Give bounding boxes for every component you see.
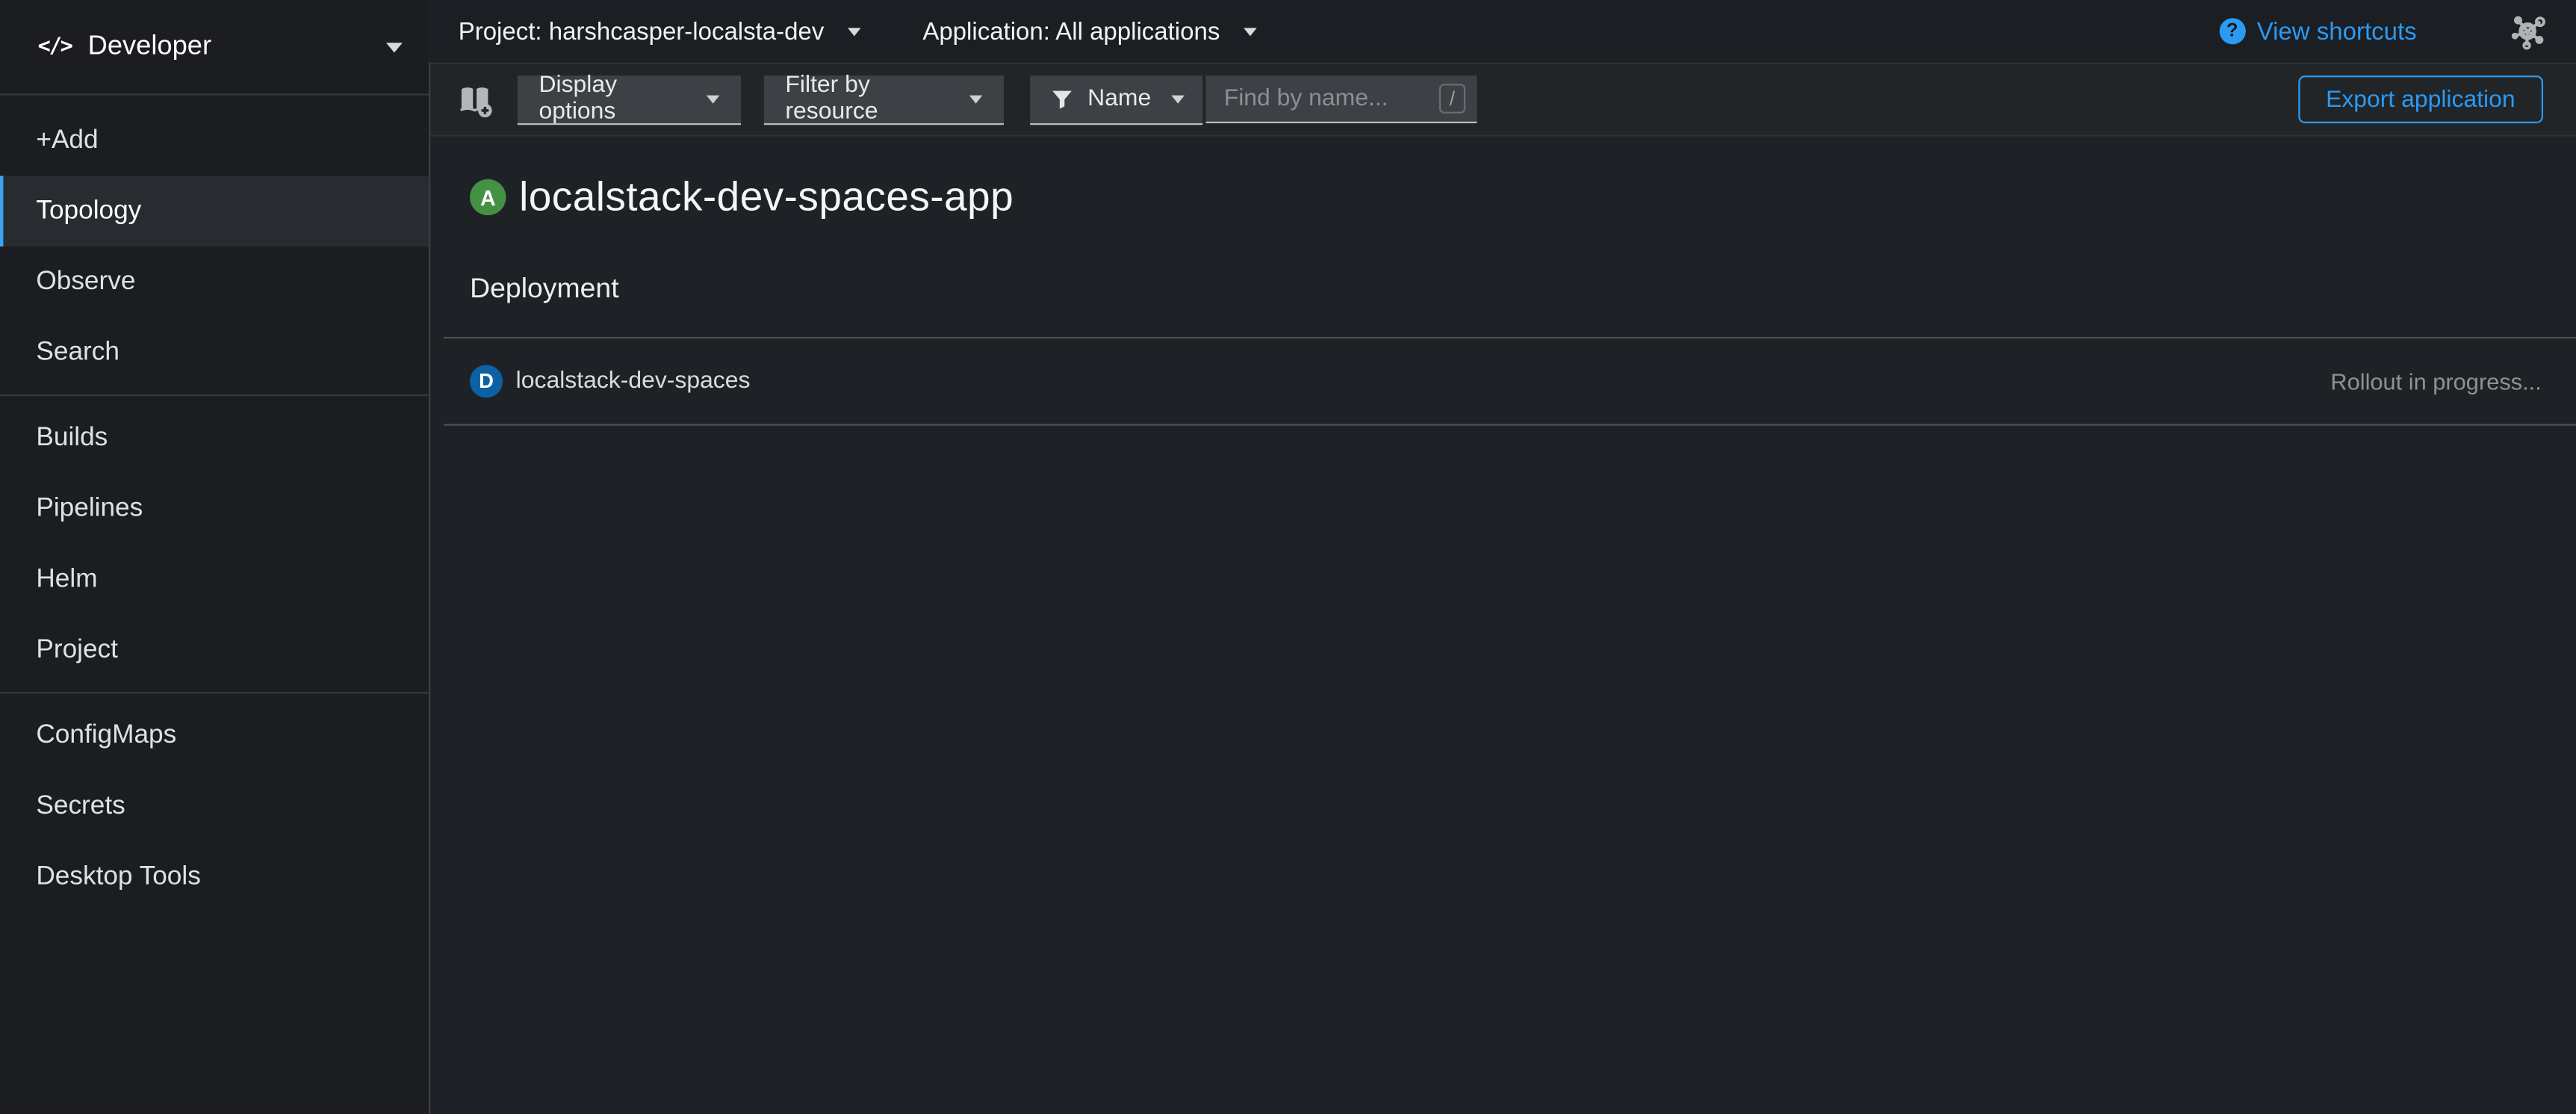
divider xyxy=(444,424,2576,426)
chevron-down-icon xyxy=(847,27,860,35)
sidebar-border xyxy=(429,63,430,1114)
deployment-badge: D xyxy=(470,365,503,397)
application-group-heading: A localstack-dev-spaces-app xyxy=(470,173,2576,222)
perspective-switcher[interactable]: </> Developer xyxy=(0,0,429,96)
chevron-down-icon xyxy=(1171,94,1185,102)
sidebar-item-helm[interactable]: Helm xyxy=(0,544,429,615)
sidebar-item-observe[interactable]: Observe xyxy=(0,247,429,318)
slash-shortcut-badge: / xyxy=(1439,84,1465,114)
project-selector[interactable]: Project: harshcasper-localsta-dev xyxy=(459,17,860,45)
chevron-down-icon xyxy=(1243,27,1256,35)
help-icon: ? xyxy=(2219,18,2245,44)
sidebar-nav: +Add Topology Observe Search Builds Pipe… xyxy=(0,96,429,912)
project-selector-label: Project: harshcasper-localsta-dev xyxy=(459,17,825,45)
context-bar: Project: harshcasper-localsta-dev Applic… xyxy=(430,0,2576,64)
sidebar-item-topology[interactable]: Topology xyxy=(0,176,429,247)
sidebar-item-add[interactable]: +Add xyxy=(0,105,429,176)
filter-by-resource-dropdown[interactable]: Filter by resource xyxy=(764,75,1004,124)
filter-by-resource-label: Filter by resource xyxy=(785,72,949,125)
sidebar: </> Developer +Add Topology Observe Sear… xyxy=(0,0,429,1114)
topology-list-view: A localstack-dev-spaces-app Deployment D… xyxy=(430,173,2576,426)
topology-view-icon[interactable] xyxy=(2509,12,2547,50)
name-filter-dropdown[interactable]: Name xyxy=(1030,75,1202,124)
find-by-name-input[interactable] xyxy=(1206,75,1477,123)
sidebar-item-pipelines[interactable]: Pipelines xyxy=(0,473,429,544)
quick-search-book-icon[interactable] xyxy=(456,81,492,117)
sidebar-divider xyxy=(0,692,429,693)
application-selector[interactable]: Application: All applications xyxy=(922,17,1256,45)
resource-name: localstack-dev-spaces xyxy=(516,368,751,394)
export-application-button[interactable]: Export application xyxy=(2298,75,2543,123)
resource-status: Rollout in progress... xyxy=(2330,368,2541,394)
sidebar-item-desktop-tools[interactable]: Desktop Tools xyxy=(0,841,429,912)
sidebar-item-configmaps[interactable]: ConfigMaps xyxy=(0,700,429,771)
application-badge: A xyxy=(470,179,506,215)
sidebar-item-search[interactable]: Search xyxy=(0,318,429,389)
chevron-down-icon xyxy=(386,42,403,52)
code-icon: </> xyxy=(38,34,72,59)
sidebar-divider xyxy=(0,394,429,396)
filter-funnel-icon xyxy=(1052,88,1073,110)
application-name: localstack-dev-spaces-app xyxy=(519,173,1014,221)
sidebar-item-project[interactable]: Project xyxy=(0,615,429,686)
main-area: Project: harshcasper-localsta-dev Applic… xyxy=(430,0,2576,1114)
table-row[interactable]: D localstack-dev-spaces Rollout in progr… xyxy=(470,338,2576,424)
view-shortcuts-label: View shortcuts xyxy=(2257,17,2417,45)
application-selector-label: Application: All applications xyxy=(922,17,1220,45)
view-shortcuts-link[interactable]: ? View shortcuts xyxy=(2219,17,2417,45)
find-by-name-wrap: / xyxy=(1206,75,1477,123)
sidebar-item-secrets[interactable]: Secrets xyxy=(0,771,429,842)
display-options-label: Display options xyxy=(539,72,686,125)
chevron-down-icon xyxy=(969,94,983,102)
perspective-label: Developer xyxy=(88,31,386,63)
topology-toolbar: Display options Filter by resource Name … xyxy=(430,64,2576,137)
openshift-console: </> Developer +Add Topology Observe Sear… xyxy=(0,0,2576,1114)
chevron-down-icon xyxy=(707,94,720,102)
display-options-dropdown[interactable]: Display options xyxy=(518,75,741,124)
resource-section-title: Deployment xyxy=(470,273,2576,306)
sidebar-item-builds[interactable]: Builds xyxy=(0,403,429,474)
name-filter-label: Name xyxy=(1087,85,1151,111)
